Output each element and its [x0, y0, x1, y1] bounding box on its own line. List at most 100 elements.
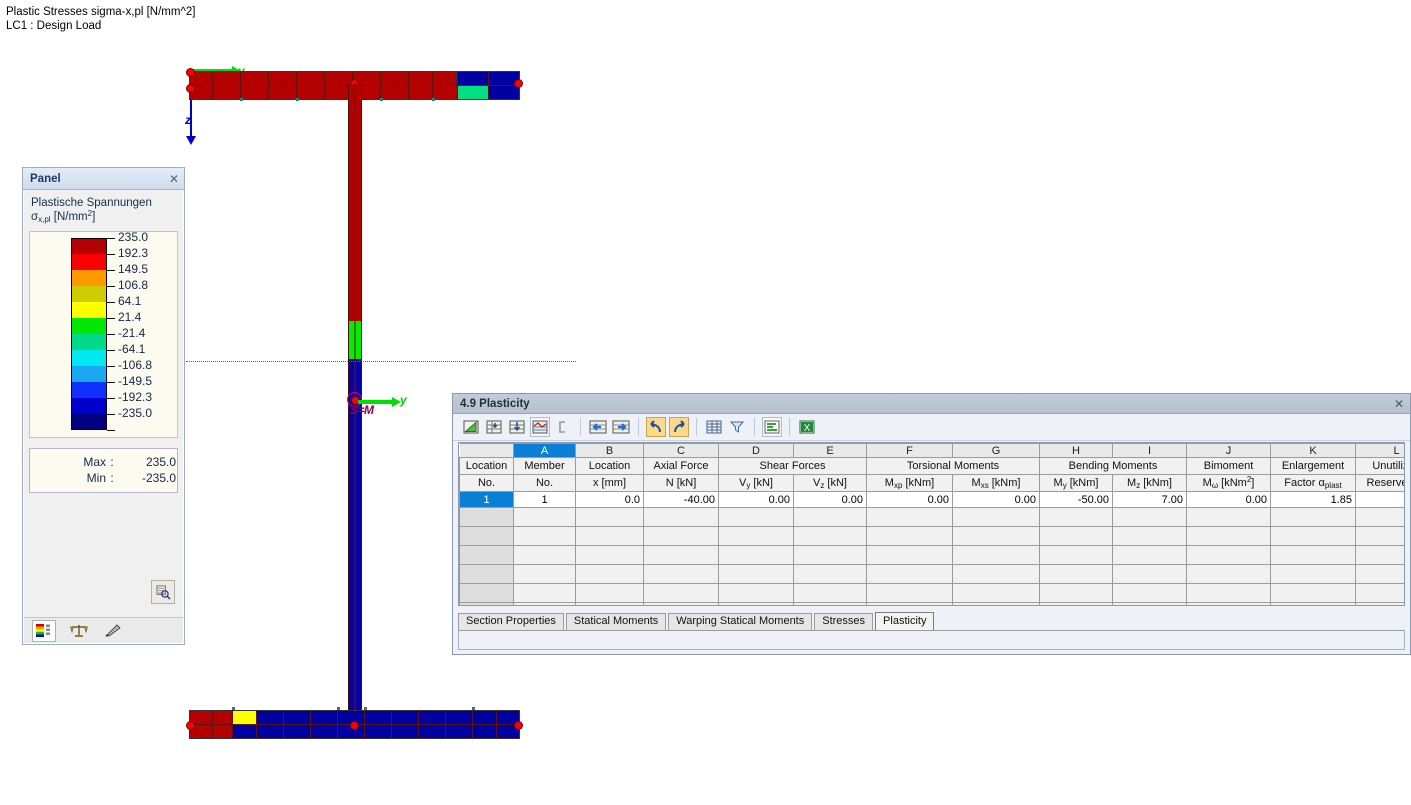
- column-letter-K[interactable]: K: [1270, 443, 1356, 458]
- clipping-plane-icon[interactable]: [102, 621, 124, 641]
- cell-empty[interactable]: [1186, 602, 1271, 605]
- tab-stresses[interactable]: Stresses: [814, 613, 874, 630]
- plasticity-dialog[interactable]: 4.9 Plasticity ✕ X A B C D E F G H I J K L Location M…: [452, 393, 1411, 655]
- cell-empty[interactable]: [1270, 507, 1356, 527]
- cell-empty[interactable]: [1186, 507, 1271, 527]
- cell-empty[interactable]: [952, 545, 1040, 565]
- cell-empty[interactable]: [793, 602, 867, 605]
- cell-empty[interactable]: [952, 564, 1040, 584]
- cell-empty[interactable]: [459, 545, 514, 565]
- cell-empty[interactable]: [1355, 507, 1404, 527]
- cell-empty[interactable]: [718, 545, 794, 565]
- cell-empty[interactable]: [575, 545, 644, 565]
- insert-row-icon[interactable]: [484, 417, 504, 437]
- cell-empty[interactable]: [1186, 564, 1271, 584]
- cell-member-no[interactable]: 1: [513, 491, 576, 508]
- cell-empty[interactable]: [1186, 545, 1271, 565]
- redo-icon[interactable]: [669, 417, 689, 437]
- tab-section-properties[interactable]: Section Properties: [458, 613, 564, 630]
- cell-empty[interactable]: [643, 583, 719, 603]
- column-letter-H[interactable]: H: [1039, 443, 1113, 458]
- cell-empty[interactable]: [575, 583, 644, 603]
- table-row-empty[interactable]: [459, 602, 1404, 605]
- cell-empty[interactable]: [1112, 602, 1187, 605]
- column-letter-E[interactable]: E: [793, 443, 867, 458]
- cell-empty[interactable]: [1355, 564, 1404, 584]
- color-legend[interactable]: 235.0 192.3 149.5 106.8 64.1 21.4 -21.4 -64.1 -1…: [29, 230, 178, 438]
- cell-empty[interactable]: [513, 583, 576, 603]
- cell-axial-force-N[interactable]: -40.00: [643, 491, 719, 508]
- cell-shear-Vz[interactable]: 0.00: [793, 491, 867, 508]
- cell-empty[interactable]: [1039, 564, 1113, 584]
- cell-empty[interactable]: [643, 545, 719, 565]
- table-settings-icon[interactable]: [704, 417, 724, 437]
- cell-empty[interactable]: [1039, 507, 1113, 527]
- cell-empty[interactable]: [459, 507, 514, 527]
- cell-bimoment-Mw[interactable]: 0.00: [1186, 491, 1271, 508]
- cell-empty[interactable]: [513, 507, 576, 527]
- table-row-empty[interactable]: [459, 507, 1404, 527]
- table-row-empty[interactable]: [459, 583, 1404, 603]
- column-letter-D[interactable]: D: [718, 443, 794, 458]
- cell-empty[interactable]: [1039, 583, 1113, 603]
- cell-empty[interactable]: [1355, 583, 1404, 603]
- cell-empty[interactable]: [866, 526, 953, 546]
- bracket-icon[interactable]: [553, 417, 573, 437]
- cell-empty[interactable]: [1186, 526, 1271, 546]
- cell-location-no[interactable]: 1: [459, 491, 514, 508]
- cell-empty[interactable]: [793, 545, 867, 565]
- grid-corner-cell[interactable]: [459, 443, 514, 458]
- filter-icon[interactable]: [727, 417, 747, 437]
- cell-empty[interactable]: [1039, 545, 1113, 565]
- cell-empty[interactable]: [866, 602, 953, 605]
- column-letter-B[interactable]: B: [575, 443, 644, 458]
- cell-empty[interactable]: [1270, 564, 1356, 584]
- cell-empty[interactable]: [1355, 526, 1404, 546]
- cell-empty[interactable]: [952, 507, 1040, 527]
- magnifier-icon[interactable]: [151, 580, 175, 604]
- balance-scale-icon[interactable]: [68, 621, 90, 641]
- cell-location-x[interactable]: 0.0: [575, 491, 644, 508]
- cell-empty[interactable]: [1355, 602, 1404, 605]
- print-report-icon[interactable]: [762, 417, 782, 437]
- chart-view-icon[interactable]: [530, 417, 550, 437]
- cell-empty[interactable]: [1039, 526, 1113, 546]
- next-table-icon[interactable]: [611, 417, 631, 437]
- column-letter-I[interactable]: I: [1112, 443, 1187, 458]
- dialog-tabstrip[interactable]: Section Properties Statical Moments Warpin…: [458, 612, 1405, 630]
- cell-empty[interactable]: [866, 507, 953, 527]
- cell-enlargement-factor[interactable]: 1.85: [1270, 491, 1356, 508]
- cell-empty[interactable]: [459, 583, 514, 603]
- column-letter-J[interactable]: J: [1186, 443, 1271, 458]
- cell-empty[interactable]: [575, 507, 644, 527]
- cell-empty[interactable]: [1112, 545, 1187, 565]
- cell-empty[interactable]: [718, 507, 794, 527]
- cell-empty[interactable]: [952, 602, 1040, 605]
- cell-empty[interactable]: [1112, 583, 1187, 603]
- cell-empty[interactable]: [1112, 507, 1187, 527]
- cell-empty[interactable]: [643, 526, 719, 546]
- cell-empty[interactable]: [643, 564, 719, 584]
- cell-empty[interactable]: [1355, 545, 1404, 565]
- cell-empty[interactable]: [643, 507, 719, 527]
- column-letter-C[interactable]: C: [643, 443, 719, 458]
- table-row-empty[interactable]: [459, 545, 1404, 565]
- cell-empty[interactable]: [866, 583, 953, 603]
- cell-torsional-Mxp[interactable]: 0.00: [866, 491, 953, 508]
- close-icon[interactable]: ✕: [1394, 397, 1404, 411]
- cell-empty[interactable]: [513, 602, 576, 605]
- cell-empty[interactable]: [1186, 583, 1271, 603]
- cell-empty[interactable]: [1270, 583, 1356, 603]
- column-letter-L[interactable]: L: [1355, 443, 1404, 458]
- cell-empty[interactable]: [1112, 526, 1187, 546]
- cell-empty[interactable]: [643, 602, 719, 605]
- tab-plasticity[interactable]: Plasticity: [875, 612, 935, 630]
- cell-empty[interactable]: [718, 526, 794, 546]
- column-letter-G[interactable]: G: [952, 443, 1040, 458]
- cell-unutilized-reserve[interactable]: 2.61: [1355, 491, 1404, 508]
- cell-empty[interactable]: [718, 583, 794, 603]
- cell-empty[interactable]: [459, 526, 514, 546]
- cell-empty[interactable]: [793, 507, 867, 527]
- cell-empty[interactable]: [575, 564, 644, 584]
- cell-empty[interactable]: [513, 526, 576, 546]
